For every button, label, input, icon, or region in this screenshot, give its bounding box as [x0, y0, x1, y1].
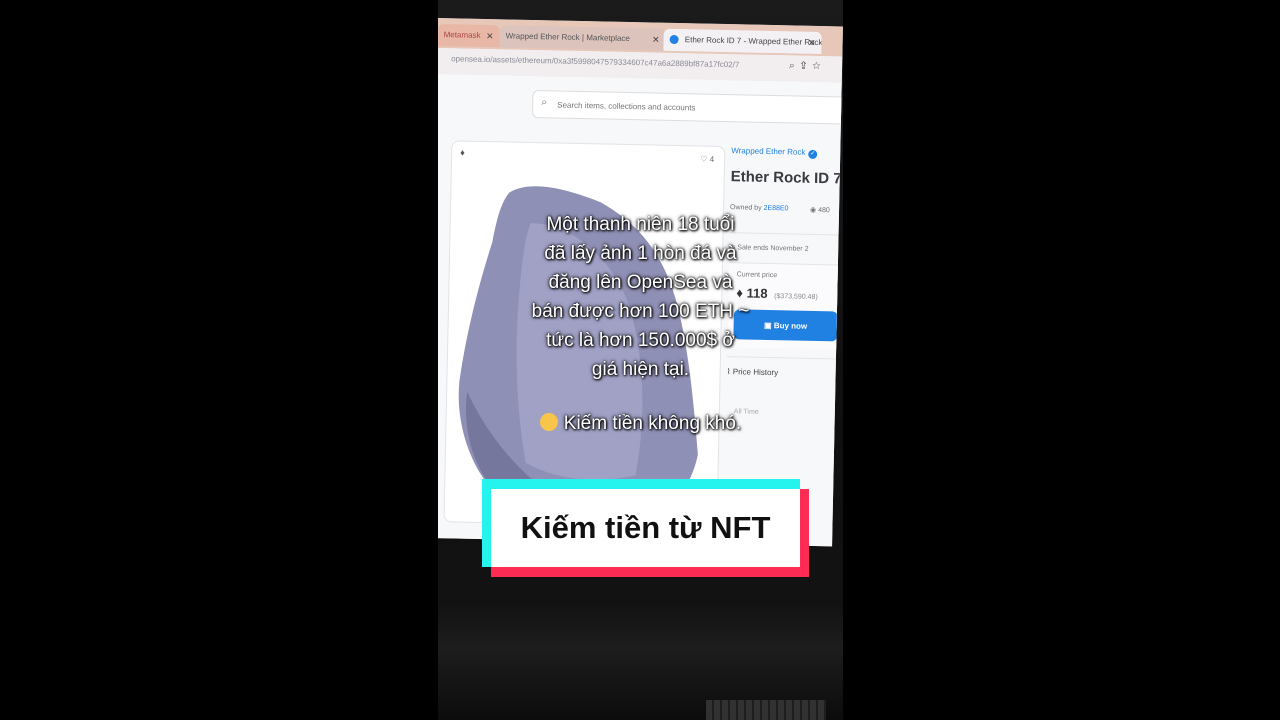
caption-line: đã lấy ảnh 1 hòn đá và — [544, 243, 737, 264]
close-icon[interactable]: ✕ — [652, 28, 660, 50]
heart-icon[interactable]: ♡ — [700, 155, 707, 164]
banner-text: Kiếm tiền từ NFT — [520, 510, 771, 545]
caption-line: giá hiện tại. — [591, 359, 690, 380]
caption-line: Một thanh niên 18 tuổi — [546, 214, 735, 235]
keyboard-edge — [706, 700, 826, 720]
search-input[interactable] — [555, 95, 840, 120]
collection-link[interactable]: Wrapped Ether Rock ✓ — [731, 146, 818, 159]
caption-footer-line: Kiếm tiền không khó. — [438, 409, 843, 438]
close-icon[interactable]: ✕ — [808, 32, 816, 54]
url-text[interactable]: opensea.io/assets/ethereum/0xa3f59980475… — [451, 54, 739, 69]
verified-badge-icon: ✓ — [808, 149, 818, 159]
tab-metamask[interactable]: Metamask ✕ — [438, 23, 500, 48]
ethereum-icon: ♦ — [460, 147, 465, 158]
search-box[interactable]: ⌕ — [531, 89, 843, 125]
tab-asset[interactable]: Ether Rock ID 7 - Wrapped Ether Rock ✕ — [663, 28, 822, 55]
tab-title: Wrapped Ether Rock | Marketplace — [505, 31, 630, 44]
star-icon[interactable]: ☆ — [812, 61, 826, 72]
caption-line: đăng lên OpenSea và — [548, 272, 733, 293]
search-icon: ⌕ — [541, 97, 547, 109]
collection-name[interactable]: Wrapped Ether Rock — [731, 146, 805, 157]
address-bar-icons: ⌕⇪☆ — [789, 60, 827, 72]
asset-title: Ether Rock ID 7 — [730, 168, 842, 188]
opensea-favicon-icon — [669, 35, 679, 45]
smile-emoji-icon — [539, 413, 558, 431]
tab-collection[interactable]: Wrapped Ether Rock | Marketplace ✕ — [499, 25, 666, 51]
close-icon[interactable]: ✕ — [486, 25, 494, 47]
favorite-number: 4 — [709, 154, 715, 164]
tab-title: Metamask — [443, 30, 481, 40]
caption-footer: Kiếm tiền không khó. — [563, 413, 742, 434]
video-frame: Metamask ✕ Wrapped Ether Rock | Marketpl… — [438, 0, 843, 720]
title-banner: Kiếm tiền từ NFT — [482, 479, 809, 577]
caption-line: bán được hơn 100 ETH ~ — [531, 301, 750, 322]
search-icon[interactable]: ⌕ — [789, 60, 801, 71]
video-caption: Một thanh niên 18 tuổi đã lấy ảnh 1 hòn … — [438, 210, 843, 438]
favorite-count[interactable]: ♡ 4 — [700, 155, 714, 164]
share-icon[interactable]: ⇪ — [801, 61, 813, 72]
tab-title: Ether Rock ID 7 - Wrapped Ether Rock — [684, 35, 822, 48]
caption-line: tức là hơn 150.000$ ở — [546, 330, 735, 351]
